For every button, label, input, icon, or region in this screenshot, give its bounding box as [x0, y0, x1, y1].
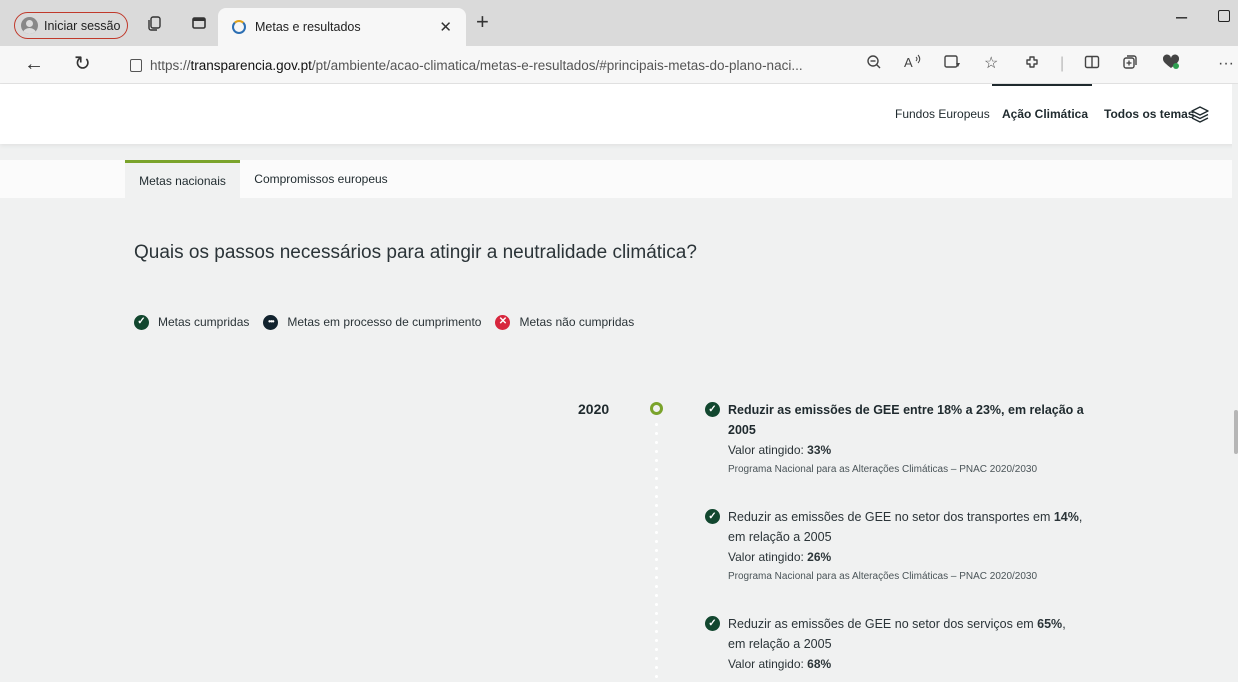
scrollbar-thumb[interactable] — [1234, 410, 1238, 454]
collections-icon[interactable] — [1122, 54, 1138, 76]
site-header: Fundos Europeus Ação Climática Todos os … — [0, 84, 1238, 144]
goal-item: ✓ Reduzir as emissões de GEE no setor do… — [705, 507, 1085, 585]
legend-item-met: ✓ Metas cumpridas — [134, 314, 250, 330]
goal-value: Valor atingido: 26% — [728, 550, 832, 564]
legend-item-in-progress: ••• Metas em processo de cumprimento — [263, 314, 482, 330]
ellipsis-circle-icon: ••• — [263, 314, 279, 330]
check-circle-icon: ✓ — [134, 314, 149, 330]
extensions-icon[interactable] — [1024, 54, 1040, 76]
immersive-reader-icon[interactable] — [944, 54, 962, 76]
browser-tab-active[interactable]: Metas e resultados ✕ — [218, 8, 466, 46]
address-bar[interactable]: https://transparencia.gov.pt/pt/ambiente… — [120, 50, 900, 80]
nav-fundos-europeus[interactable]: Fundos Europeus — [895, 107, 990, 121]
legend-label-not-met: Metas não cumpridas — [519, 315, 635, 329]
goal-source: Programa Nacional para as Alterações Cli… — [728, 571, 1038, 582]
check-circle-icon: ✓ — [705, 509, 720, 524]
avatar-icon — [21, 17, 38, 34]
goal-value: Valor atingido: 33% — [728, 443, 832, 457]
tab-compromissos-europeus[interactable]: Compromissos europeus — [240, 160, 402, 198]
settings-more-icon[interactable]: ··· — [1218, 54, 1234, 74]
profile-button[interactable]: Iniciar sessão — [14, 12, 128, 39]
goal-source: Programa Nacional para as Alterações Cli… — [728, 464, 1038, 475]
tab-actions-icon[interactable] — [186, 10, 212, 36]
close-tab-icon[interactable]: ✕ — [439, 18, 452, 36]
goal-value: Valor atingido: 68% — [728, 657, 832, 671]
layers-icon[interactable] — [1190, 104, 1210, 124]
check-circle-icon: ✓ — [705, 616, 720, 631]
url-text[interactable]: https://transparencia.gov.pt/pt/ambiente… — [150, 58, 803, 73]
goal-text: Reduzir as emissões de GEE no setor dos … — [728, 617, 1066, 651]
minimize-icon[interactable]: – — [1176, 6, 1187, 29]
svg-text:A: A — [904, 55, 913, 70]
page-tabs: Metas nacionais Compromissos europeus — [0, 160, 1238, 198]
tab-metas-nacionais[interactable]: Metas nacionais — [125, 160, 240, 198]
goal-text: Reduzir as emissões de GEE no setor dos … — [728, 510, 1083, 544]
profile-label: Iniciar sessão — [44, 18, 121, 33]
nav-acao-climatica[interactable]: Ação Climática — [1002, 107, 1088, 121]
browser-essentials-icon[interactable] — [1162, 54, 1180, 76]
check-circle-icon: ✓ — [705, 402, 720, 417]
page-scrollbar[interactable] — [1232, 84, 1238, 682]
address-toolbar: ← ↻ https://transparencia.gov.pt/pt/ambi… — [0, 46, 1238, 84]
page-question-heading: Quais os passos necessários para atingir… — [134, 242, 697, 263]
url-domain: transparencia.gov.pt — [190, 57, 312, 73]
tab-title: Metas e resultados — [255, 20, 361, 34]
favorite-star-icon[interactable]: ☆ — [984, 54, 998, 74]
read-aloud-icon[interactable]: A — [904, 54, 922, 76]
timeline-year: 2020 — [578, 401, 610, 417]
zoom-icon[interactable] — [866, 54, 882, 76]
goal-item: ✓ Reduzir as emissões de GEE entre 18% a… — [705, 400, 1085, 478]
new-tab-icon[interactable]: + — [476, 11, 489, 33]
legend-label-in-progress: Metas em processo de cumprimento — [287, 315, 482, 329]
cross-circle-icon: ✕ — [495, 314, 511, 330]
legend: ✓ Metas cumpridas ••• Metas em processo … — [134, 312, 648, 332]
refresh-icon[interactable]: ↻ — [74, 52, 91, 76]
goal-text: Reduzir as emissões de GEE entre 18% a 2… — [728, 403, 1084, 437]
restore-window-icon[interactable] — [1218, 10, 1230, 22]
active-nav-indicator — [992, 84, 1092, 86]
nav-todos-os-temas[interactable]: Todos os temas — [1104, 107, 1194, 121]
workspaces-icon[interactable] — [142, 10, 168, 36]
back-icon[interactable]: ← — [24, 52, 44, 76]
timeline-dotted-line — [655, 420, 658, 682]
site-info-icon[interactable] — [130, 58, 142, 72]
toolbar-divider: | — [1060, 55, 1065, 72]
split-screen-icon[interactable] — [1084, 54, 1100, 76]
site-favicon-icon — [232, 20, 246, 34]
browser-tab-strip: Iniciar sessão Metas e resultados ✕ + – — [0, 0, 1238, 46]
legend-item-not-met: ✕ Metas não cumpridas — [495, 314, 635, 330]
timeline-marker-icon — [650, 402, 663, 415]
legend-label-met: Metas cumpridas — [158, 315, 250, 329]
goal-item: ✓ Reduzir as emissões de GEE no setor do… — [705, 614, 1085, 674]
